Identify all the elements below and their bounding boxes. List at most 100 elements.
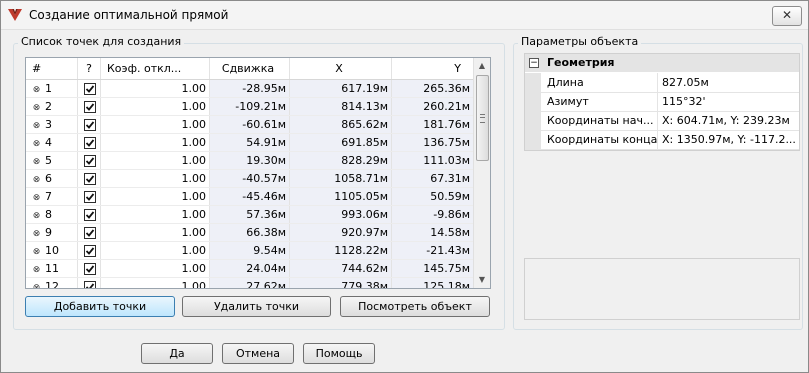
- x-cell: 691.85м: [290, 134, 392, 151]
- y-cell: 67.31м: [392, 170, 473, 187]
- enabled-checkbox[interactable]: [84, 173, 96, 185]
- enabled-checkbox[interactable]: [84, 245, 96, 257]
- coefficient-cell[interactable]: 1.00: [101, 152, 210, 169]
- enabled-checkbox[interactable]: [84, 119, 96, 131]
- row-number: 5: [45, 154, 52, 167]
- cancel-button[interactable]: Отмена: [222, 343, 294, 364]
- column-header-x[interactable]: X: [290, 58, 392, 79]
- coefficient-cell[interactable]: 1.00: [101, 224, 210, 241]
- x-cell: 993.06м: [290, 206, 392, 223]
- coefficient-cell[interactable]: 1.00: [101, 206, 210, 223]
- help-button[interactable]: Помощь: [303, 343, 375, 364]
- points-table[interactable]: # ? Коэф. откл... Сдвижка X Y ⊗ 1 1.00 -28.…: [25, 57, 491, 289]
- table-row[interactable]: ⊗ 10 1.00 9.54м 1128.22м -21.43м: [26, 242, 473, 260]
- coefficient-cell[interactable]: 1.00: [101, 116, 210, 133]
- property-value: X: 604.71м, Y: 239.23м: [662, 114, 790, 127]
- coefficient-cell[interactable]: 1.00: [101, 188, 210, 205]
- property-description-panel: [524, 258, 800, 320]
- table-scrollbar[interactable]: ▲ ▼: [473, 58, 490, 288]
- table-row[interactable]: ⊗ 5 1.00 19.30м 828.29м 111.03м: [26, 152, 473, 170]
- property-category[interactable]: − Геометрия: [525, 54, 799, 72]
- collapse-icon[interactable]: −: [529, 58, 539, 68]
- row-number-cell: ⊗ 1: [26, 80, 78, 97]
- table-row[interactable]: ⊗ 1 1.00 -28.95м 617.19м 265.36м: [26, 80, 473, 98]
- delete-points-button[interactable]: Удалить точки: [182, 296, 331, 317]
- coefficient-cell[interactable]: 1.00: [101, 170, 210, 187]
- table-row[interactable]: ⊗ 6 1.00 -40.57м 1058.71м 67.31м: [26, 170, 473, 188]
- add-points-button[interactable]: Добавить точки: [25, 296, 175, 317]
- scroll-up-icon[interactable]: ▲: [474, 58, 490, 74]
- table-row[interactable]: ⊗ 7 1.00 -45.46м 1105.05м 50.59м: [26, 188, 473, 206]
- shift-cell: 66.38м: [210, 224, 290, 241]
- coefficient-cell[interactable]: 1.00: [101, 260, 210, 277]
- node-icon: ⊗: [32, 265, 41, 275]
- property-gutter: [525, 111, 541, 130]
- node-icon: ⊗: [32, 121, 41, 131]
- row-number-cell: ⊗ 9: [26, 224, 78, 241]
- table-row[interactable]: ⊗ 11 1.00 24.04м 744.62м 145.75м: [26, 260, 473, 278]
- row-number: 4: [45, 136, 52, 149]
- checkmark-icon: [85, 265, 95, 273]
- grip-icon: [480, 114, 485, 123]
- column-header-number[interactable]: #: [26, 58, 78, 79]
- shift-cell: 19.30м: [210, 152, 290, 169]
- close-button[interactable]: ✕: [772, 6, 802, 26]
- table-row[interactable]: ⊗ 2 1.00 -109.21м 814.13м 260.21м: [26, 98, 473, 116]
- checkmark-icon: [85, 229, 95, 237]
- table-row[interactable]: ⊗ 3 1.00 -60.61м 865.62м 181.76м: [26, 116, 473, 134]
- property-row[interactable]: Азимут 115°32': [525, 92, 799, 112]
- coefficient-cell[interactable]: 1.00: [101, 278, 210, 288]
- scroll-down-icon[interactable]: ▼: [474, 272, 490, 288]
- node-icon: ⊗: [32, 175, 41, 185]
- y-cell: 111.03м: [392, 152, 473, 169]
- scrollbar-thumb[interactable]: [476, 75, 489, 161]
- table-row[interactable]: ⊗ 4 1.00 54.91м 691.85м 136.75м: [26, 134, 473, 152]
- enabled-checkbox[interactable]: [84, 155, 96, 167]
- enabled-checkbox[interactable]: [84, 83, 96, 95]
- property-name: Координаты нач...: [542, 111, 658, 130]
- property-value: X: 1350.97м, Y: -117.2...: [662, 133, 796, 146]
- node-icon: ⊗: [32, 193, 41, 203]
- row-number: 12: [45, 280, 59, 289]
- row-number: 2: [45, 100, 52, 113]
- row-number: 9: [45, 226, 52, 239]
- column-header-enabled[interactable]: ?: [78, 58, 101, 79]
- coefficient-cell[interactable]: 1.00: [101, 98, 210, 115]
- table-row[interactable]: ⊗ 8 1.00 57.36м 993.06м -9.86м: [26, 206, 473, 224]
- column-header-coefficient[interactable]: Коэф. откл...: [101, 58, 210, 79]
- coefficient-cell[interactable]: 1.00: [101, 242, 210, 259]
- property-gutter: [525, 130, 541, 149]
- window-title: Создание оптимальной прямой: [29, 8, 229, 22]
- coefficient-cell[interactable]: 1.00: [101, 80, 210, 97]
- view-object-button[interactable]: Посмотреть объект: [340, 296, 490, 317]
- property-row[interactable]: Координаты нач... X: 604.71м, Y: 239.23м: [525, 111, 799, 131]
- column-header-y[interactable]: Y: [392, 58, 473, 79]
- column-header-shift[interactable]: Сдвижка: [210, 58, 290, 79]
- table-row[interactable]: ⊗ 12 1.00 27.62м 779.38м 125.18м: [26, 278, 473, 289]
- row-number-cell: ⊗ 3: [26, 116, 78, 133]
- x-cell: 617.19м: [290, 80, 392, 97]
- table-row[interactable]: ⊗ 9 1.00 66.38м 920.97м 14.58м: [26, 224, 473, 242]
- checkmark-icon: [85, 121, 95, 129]
- enabled-checkbox[interactable]: [84, 281, 96, 288]
- property-row[interactable]: Длина 827.05м: [525, 73, 799, 93]
- enabled-checkbox[interactable]: [84, 227, 96, 239]
- ok-button[interactable]: Да: [141, 343, 213, 364]
- y-cell: -21.43м: [392, 242, 473, 259]
- enabled-checkbox[interactable]: [84, 101, 96, 113]
- property-grid: − Геометрия Длина 827.05м Азимут 115°32' Коо…: [524, 53, 800, 151]
- enabled-checkbox[interactable]: [84, 191, 96, 203]
- enabled-checkbox[interactable]: [84, 137, 96, 149]
- dialog-window: Создание оптимальной прямой ✕ Список точ…: [0, 0, 809, 373]
- enabled-checkbox[interactable]: [84, 263, 96, 275]
- property-row[interactable]: Координаты конца X: 1350.97м, Y: -117.2..…: [525, 130, 799, 150]
- x-cell: 865.62м: [290, 116, 392, 133]
- x-cell: 828.29м: [290, 152, 392, 169]
- property-value: 827.05м: [662, 76, 709, 89]
- enabled-cell: [78, 116, 101, 133]
- enabled-checkbox[interactable]: [84, 209, 96, 221]
- coefficient-cell[interactable]: 1.00: [101, 134, 210, 151]
- y-cell: 136.75м: [392, 134, 473, 151]
- shift-cell: -109.21м: [210, 98, 290, 115]
- x-cell: 1105.05м: [290, 188, 392, 205]
